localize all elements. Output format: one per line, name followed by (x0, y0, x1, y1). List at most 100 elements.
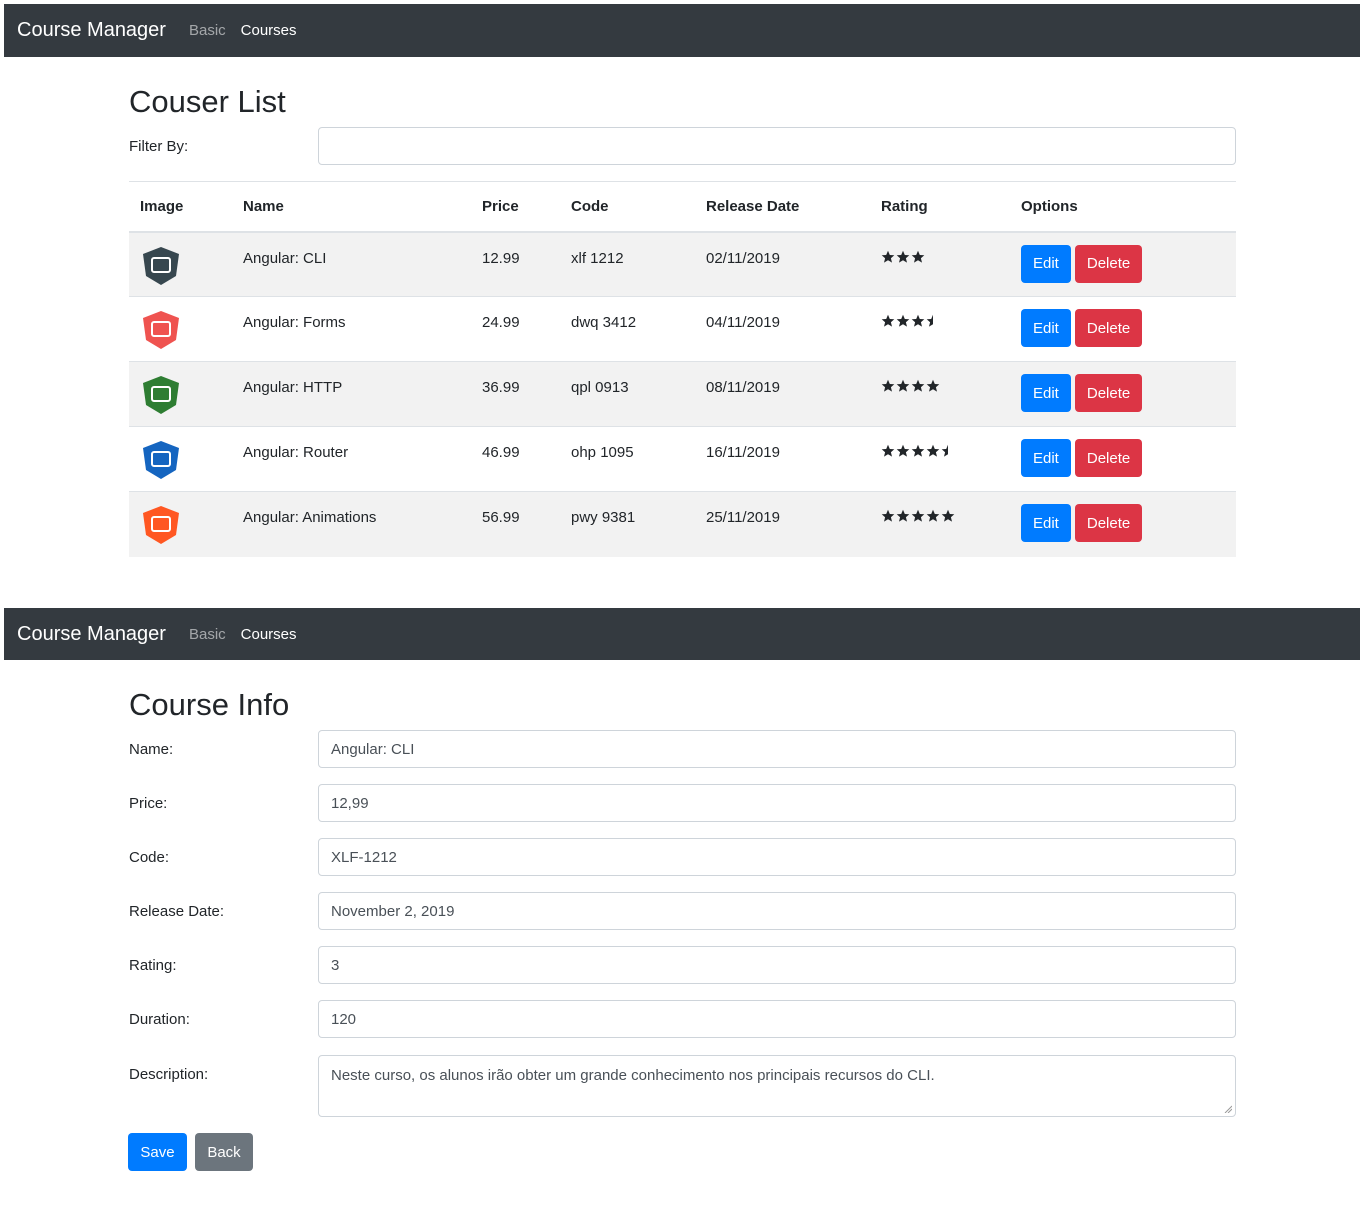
star-icon (881, 444, 895, 457)
image-cell (129, 491, 232, 557)
back-button[interactable]: Back (195, 1133, 253, 1171)
table-row: Angular: Router 46.99 ohp 1095 16/11/2019 Ed… (129, 426, 1236, 492)
angular-cli-icon (143, 246, 179, 285)
release-date-input[interactable]: November 2, 2019 (318, 892, 1236, 930)
delete-button[interactable]: Delete (1074, 439, 1143, 477)
table-row: Angular: Animations 56.99 pwy 9381 25/11/20… (129, 491, 1236, 557)
angular-forms-icon (143, 311, 179, 349)
price-input[interactable]: 12,99 (318, 784, 1236, 822)
nav-link-courses[interactable]: Courses (241, 22, 297, 39)
star-icon (896, 379, 910, 392)
course-list-title: Couser List (129, 84, 286, 119)
edit-button[interactable]: Edit (1021, 504, 1071, 542)
star-icon (881, 314, 895, 327)
release-date-cell: 25/11/2019 (695, 491, 870, 557)
star-icon (911, 250, 925, 263)
edit-button[interactable]: Edit (1021, 374, 1071, 412)
star-icon (881, 379, 895, 392)
image-cell (129, 231, 232, 297)
star-icon (941, 509, 955, 522)
image-cell (129, 361, 232, 427)
duration-input[interactable]: 120 (318, 1000, 1236, 1038)
delete-button[interactable]: Delete (1074, 504, 1143, 542)
code-cell: pwy 9381 (560, 491, 695, 557)
star-icon (911, 314, 925, 327)
rating-cell (870, 231, 1010, 297)
delete-button[interactable]: Delete (1074, 374, 1143, 412)
code-cell: xlf 1212 (560, 231, 695, 297)
name-cell: Angular: Forms (232, 296, 471, 362)
star-icon (896, 314, 910, 327)
star-icon (926, 509, 940, 522)
rating-cell (870, 296, 1010, 362)
column-header-rating: Rating (870, 181, 1010, 233)
nav-link-basic[interactable]: Basic (189, 626, 226, 643)
name-input[interactable]: Angular: CLI (318, 730, 1236, 768)
price-cell: 24.99 (471, 296, 560, 362)
angular-animations-icon (143, 506, 179, 544)
nav-link-basic[interactable]: Basic (189, 22, 226, 39)
star-icon (896, 250, 910, 263)
release-date-cell: 16/11/2019 (695, 426, 870, 492)
column-header-code: Code (560, 181, 695, 233)
options-cell: Edit Delete (1010, 491, 1236, 557)
description-textarea[interactable]: Neste curso, os alunos irão obter um gra… (318, 1055, 1236, 1117)
filter-label: Filter By: (129, 138, 189, 155)
filter-input[interactable] (318, 127, 1236, 165)
angular-router-icon (143, 441, 179, 479)
top-navbar: Course Manager Basic Courses (4, 4, 1360, 57)
star-icon (911, 509, 925, 522)
column-header-options: Options (1010, 181, 1236, 233)
star-icon (881, 509, 895, 522)
edit-button[interactable]: Edit (1021, 309, 1071, 347)
star-icon (926, 379, 940, 392)
delete-button[interactable]: Delete (1074, 244, 1143, 283)
star-rating (881, 379, 940, 393)
column-header-image: Image (129, 181, 232, 233)
price-cell: 36.99 (471, 361, 560, 427)
navbar-brand[interactable]: Course Manager (17, 623, 166, 646)
column-header-price: Price (471, 181, 560, 233)
delete-button[interactable]: Delete (1074, 309, 1143, 347)
description-label: Description: (129, 1066, 209, 1083)
rating-label: Rating: (129, 957, 177, 974)
star-icon (911, 444, 925, 457)
name-cell: Angular: HTTP (232, 361, 471, 427)
rating-cell (870, 491, 1010, 557)
options-cell: Edit Delete (1010, 361, 1236, 427)
name-cell: Angular: CLI (232, 231, 471, 297)
description-text: Neste curso, os alunos irão obter um gra… (331, 1067, 935, 1084)
resize-grip-icon[interactable] (1224, 1105, 1232, 1113)
star-rating (881, 250, 925, 264)
release-date-cell: 04/11/2019 (695, 296, 870, 362)
code-input[interactable]: XLF-1212 (318, 838, 1236, 876)
price-label: Price: (129, 795, 168, 812)
table-header-row: Image Name Price Code Release Date Ratin… (129, 181, 1236, 233)
angular-http-icon (143, 376, 179, 414)
release-date-label: Release Date: (129, 903, 225, 920)
edit-button[interactable]: Edit (1021, 244, 1071, 283)
nav-link-courses[interactable]: Courses (241, 626, 297, 643)
price-cell: 12.99 (471, 231, 560, 297)
rating-cell (870, 361, 1010, 427)
star-icon (896, 509, 910, 522)
star-rating (881, 314, 933, 328)
options-cell: Edit Delete (1010, 426, 1236, 492)
options-cell: Edit Delete (1010, 296, 1236, 362)
image-cell (129, 296, 232, 362)
code-cell: dwq 3412 (560, 296, 695, 362)
code-cell: qpl 0913 (560, 361, 695, 427)
rating-input[interactable]: 3 (318, 946, 1236, 984)
star-icon (926, 444, 940, 457)
rating-cell (870, 426, 1010, 492)
star-icon (911, 379, 925, 392)
star-half-icon (926, 314, 933, 327)
edit-button[interactable]: Edit (1021, 439, 1071, 477)
course-info-title: Course Info (129, 687, 290, 722)
star-icon (881, 250, 895, 263)
code-label: Code: (129, 849, 170, 866)
name-cell: Angular: Router (232, 426, 471, 492)
save-button[interactable]: Save (128, 1133, 187, 1171)
navbar-brand[interactable]: Course Manager (17, 19, 166, 42)
code-cell: ohp 1095 (560, 426, 695, 492)
